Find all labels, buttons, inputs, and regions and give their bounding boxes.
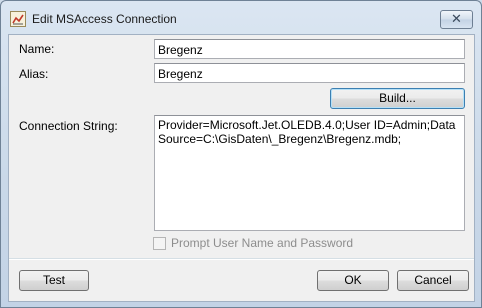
connection-string-textarea[interactable]: Provider=Microsoft.Jet.OLEDB.4.0;User ID… bbox=[154, 115, 465, 231]
title-bar[interactable]: Edit MSAccess Connection ✕ bbox=[1, 1, 481, 35]
alias-label: Alias: bbox=[19, 67, 49, 81]
name-input[interactable]: Bregenz bbox=[154, 39, 465, 59]
dialog-window: Edit MSAccess Connection ✕ Name: Bregenz… bbox=[0, 0, 482, 308]
ok-button[interactable]: OK bbox=[317, 270, 389, 291]
name-label: Name: bbox=[19, 42, 55, 56]
alias-input[interactable]: Bregenz bbox=[154, 63, 465, 83]
prompt-credentials-label: Prompt User Name and Password bbox=[171, 236, 354, 250]
build-button[interactable]: Build... bbox=[330, 88, 465, 109]
close-button[interactable]: ✕ bbox=[440, 10, 473, 29]
prompt-credentials-checkbox[interactable] bbox=[153, 237, 166, 250]
test-button[interactable]: Test bbox=[19, 270, 89, 291]
cancel-button[interactable]: Cancel bbox=[397, 270, 469, 291]
footer-divider bbox=[9, 258, 474, 260]
dialog-client: Name: Bregenz Alias: Bregenz Build... Co… bbox=[8, 34, 475, 302]
window-title: Edit MSAccess Connection bbox=[32, 12, 177, 26]
connection-string-label: Connection String: bbox=[19, 119, 118, 133]
app-icon bbox=[10, 11, 26, 27]
